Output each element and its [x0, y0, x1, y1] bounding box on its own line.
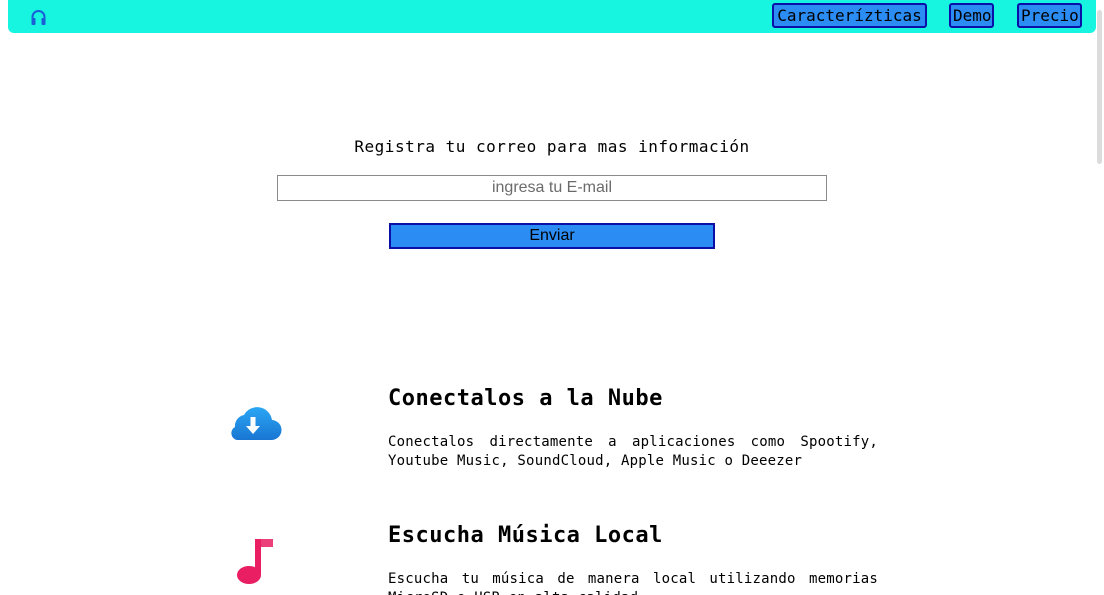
nav-link-demo[interactable]: Demo — [949, 3, 994, 28]
email-input[interactable] — [277, 175, 827, 201]
nav-link-precio[interactable]: Precio — [1017, 3, 1082, 28]
cloud-download-icon — [225, 403, 282, 441]
top-navbar: Caracterízticas Demo Precio — [8, 0, 1096, 33]
feature-text-cloud: Conectalos directamente a aplicaciones c… — [388, 434, 878, 469]
feature-text-local: Escucha tu música de manera local utiliz… — [388, 571, 878, 595]
signup-title: Registra tu correo para mas información — [354, 137, 750, 156]
feature-title-local: Escucha Música Local — [388, 523, 663, 548]
feature-title-cloud: Conectalos a la Nube — [388, 386, 663, 411]
submit-button[interactable]: Enviar — [389, 223, 715, 249]
nav-link-caracteristicas[interactable]: Caracterízticas — [772, 3, 927, 28]
headphones-icon[interactable] — [30, 9, 47, 26]
music-note-icon — [236, 537, 274, 585]
landing-page: Caracterízticas Demo Precio Registra tu … — [0, 0, 1104, 595]
